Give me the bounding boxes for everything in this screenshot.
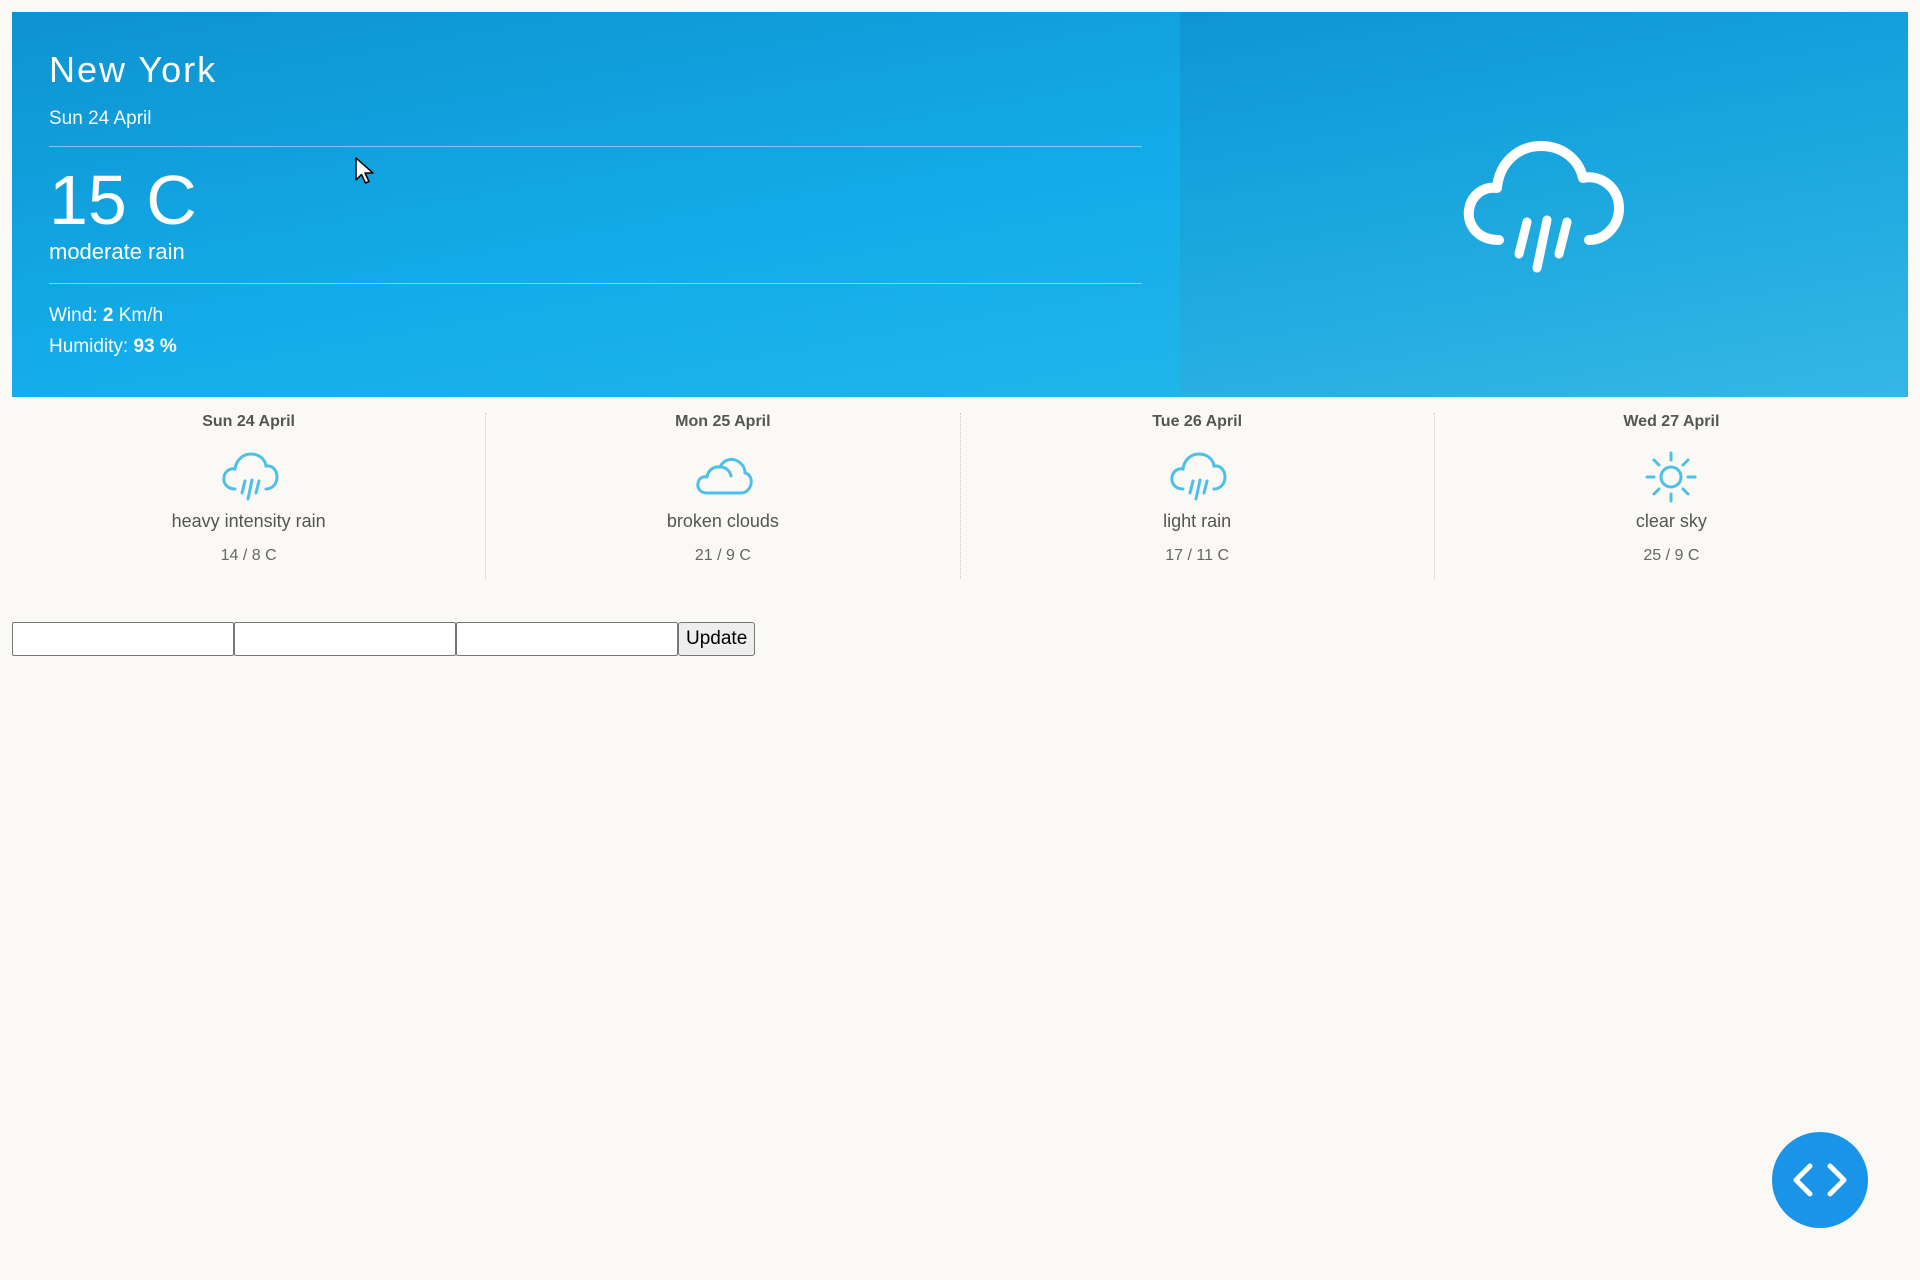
forecast-day: Sun 24 April heavy intensity rain 14 / 8… bbox=[12, 413, 487, 579]
update-button[interactable]: Update bbox=[678, 622, 756, 656]
wind-stat: Wind: 2 Km/h bbox=[49, 300, 1143, 331]
rain-cloud-icon bbox=[1170, 452, 1227, 501]
update-controls: Update bbox=[12, 622, 756, 656]
current-temperature: 15 C bbox=[49, 160, 197, 239]
forecast-temperatures: 21 / 9 C bbox=[694, 547, 751, 564]
current-weather-panel: New York Sun 24 April 15 C moderate rain… bbox=[12, 12, 1908, 397]
wind-unit: Km/h bbox=[113, 304, 164, 326]
forecast-temperatures: 25 / 9 C bbox=[1643, 547, 1700, 564]
forecast-description: clear sky bbox=[1635, 511, 1707, 531]
city-name: New York bbox=[49, 49, 218, 90]
forecast-day-name: Wed 27 April bbox=[1623, 413, 1720, 430]
code-toggle-button[interactable] bbox=[1772, 1132, 1868, 1228]
text-input-1[interactable] bbox=[12, 622, 234, 656]
forecast-day-name: Tue 26 April bbox=[1152, 413, 1243, 430]
forecast-temperatures: 17 / 11 C bbox=[1165, 547, 1229, 564]
current-weather-icon-panel bbox=[1180, 12, 1908, 397]
forecast-day-name: Mon 25 April bbox=[675, 413, 771, 430]
forecast-description: broken clouds bbox=[666, 511, 779, 531]
wind-label: Wind: bbox=[49, 304, 103, 326]
forecast-row: Sun 24 April heavy intensity rain 14 / 8… bbox=[12, 413, 1908, 579]
divider bbox=[49, 145, 1142, 147]
humidity-value: 93 % bbox=[133, 335, 177, 357]
current-weather-details: New York Sun 24 April 15 C moderate rain… bbox=[12, 12, 1180, 397]
forecast-description: heavy intensity rain bbox=[171, 511, 326, 531]
weather-stats: Wind: 2 Km/h Humidity: 93 % bbox=[49, 300, 1143, 362]
rain-cloud-icon bbox=[221, 452, 279, 501]
text-input-3[interactable] bbox=[456, 622, 678, 656]
forecast-day: Mon 25 April broken clouds 21 / 9 C bbox=[486, 413, 961, 579]
forecast-day: Tue 26 April light rain 17 / 11 C bbox=[961, 413, 1435, 579]
clouds-icon bbox=[696, 457, 753, 495]
humidity-label: Humidity: bbox=[49, 335, 134, 357]
current-date: Sun 24 April bbox=[49, 107, 152, 129]
forecast-temperatures: 14 / 8 C bbox=[220, 547, 277, 564]
code-icon bbox=[1793, 1163, 1847, 1197]
current-condition: moderate rain bbox=[49, 238, 185, 264]
rain-cloud-icon bbox=[1463, 140, 1624, 272]
text-input-2[interactable] bbox=[234, 622, 456, 656]
forecast-day: Wed 27 April clear sky 25 / 9 C bbox=[1435, 413, 1908, 579]
humidity-stat: Humidity: 93 % bbox=[49, 331, 1143, 362]
sun-icon bbox=[1645, 451, 1697, 503]
divider bbox=[49, 282, 1142, 284]
forecast-day-name: Sun 24 April bbox=[202, 413, 295, 430]
forecast-description: light rain bbox=[1163, 511, 1232, 531]
mouse-cursor-icon bbox=[355, 157, 374, 184]
wind-value: 2 bbox=[102, 304, 114, 326]
